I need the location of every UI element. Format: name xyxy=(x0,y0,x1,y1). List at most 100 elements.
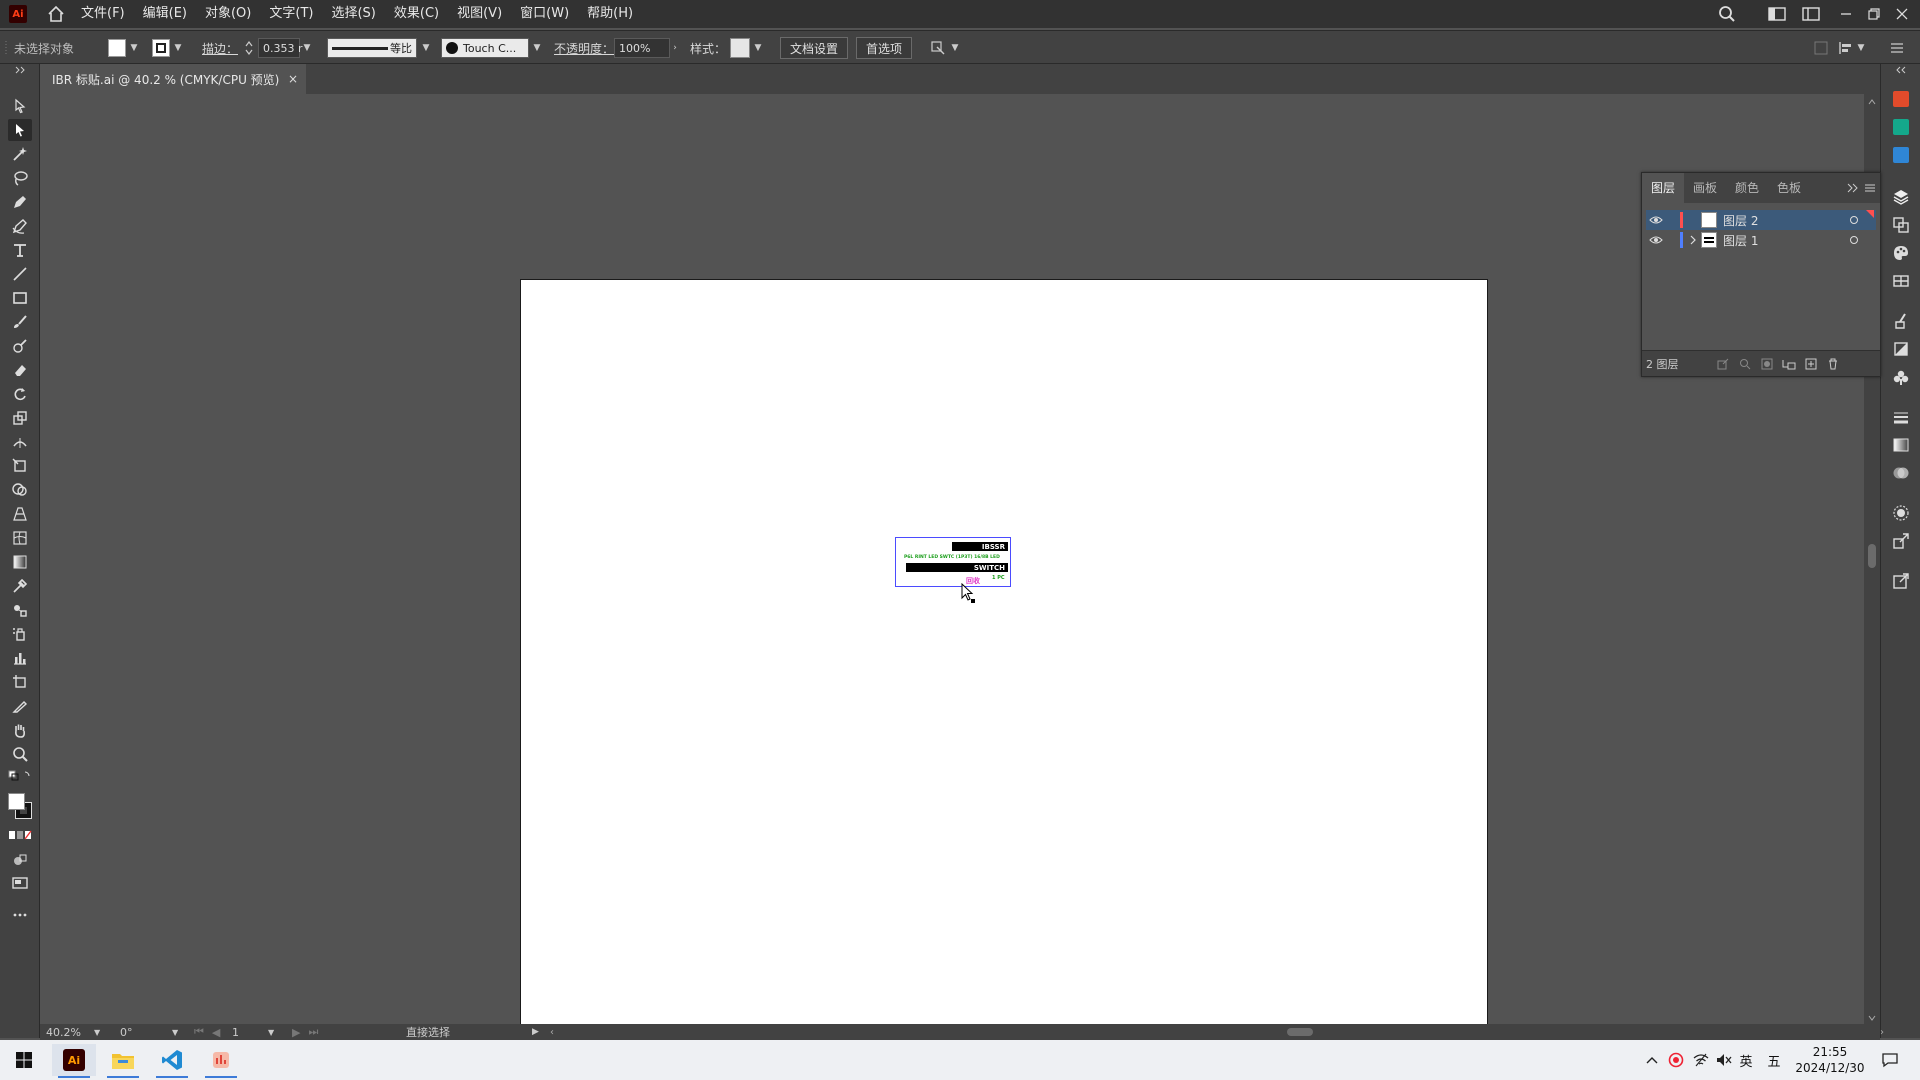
menu-type[interactable]: 文字(T) xyxy=(265,0,317,28)
visibility-eye-icon[interactable] xyxy=(1646,235,1666,245)
search-icon[interactable] xyxy=(1714,0,1740,28)
brush-dropdown[interactable]: ▼ xyxy=(532,38,542,58)
zoom-dropdown[interactable]: ▼ xyxy=(94,1028,100,1037)
document-tab[interactable]: IBR 标贴.ai @ 40.2 % (CMYK/CPU 预览) × xyxy=(40,64,306,94)
align-icon[interactable] xyxy=(1838,38,1854,58)
panel-menu-icon[interactable] xyxy=(1864,182,1876,197)
export-panel-icon[interactable] xyxy=(1890,570,1912,592)
tab-artboards[interactable]: 画板 xyxy=(1684,173,1726,203)
tab-layers[interactable]: 图层 xyxy=(1642,173,1685,203)
transform-panel-icon[interactable] xyxy=(1890,530,1912,552)
variable-width-profile[interactable]: 等比 xyxy=(327,38,417,58)
stroke-color-swatch[interactable] xyxy=(152,38,170,58)
fill-stroke-swatch[interactable] xyxy=(8,788,32,824)
menu-edit[interactable]: 编辑(E) xyxy=(139,0,191,28)
layer-name[interactable]: 图层 1 xyxy=(1723,232,1846,249)
width-tool-icon[interactable] xyxy=(8,431,32,453)
expand-panels-icon[interactable] xyxy=(1890,64,1912,76)
tray-clock[interactable]: 21:55 2024/12/30 xyxy=(1790,1040,1870,1080)
create-new-layer-icon[interactable] xyxy=(1800,358,1822,370)
scroll-right-arrow[interactable]: › xyxy=(1880,1027,1894,1038)
preferences-button[interactable]: 首选项 xyxy=(856,37,913,59)
fill-dropdown[interactable]: ▼ xyxy=(129,38,139,58)
tray-ime-language[interactable]: 英 xyxy=(1736,1040,1756,1080)
windows-start-icon[interactable] xyxy=(2,1044,46,1076)
selection-tool-icon[interactable] xyxy=(8,95,32,117)
plugin-icon-red[interactable] xyxy=(1890,88,1912,110)
make-clipping-mask-icon[interactable] xyxy=(1756,358,1778,370)
scroll-up-arrow[interactable] xyxy=(1867,96,1877,106)
swatches-panel-icon[interactable] xyxy=(1890,270,1912,292)
artboards-panel-icon[interactable] xyxy=(1890,214,1912,236)
mesh-tool-icon[interactable] xyxy=(8,527,32,549)
target-circle-icon[interactable] xyxy=(1846,215,1862,225)
notification-center-icon[interactable] xyxy=(1876,1040,1904,1080)
layer-name[interactable]: 图层 2 xyxy=(1723,212,1846,229)
locate-object-icon[interactable] xyxy=(1734,358,1756,370)
column-graph-tool-icon[interactable] xyxy=(8,647,32,669)
taskbar-screenshot-app-icon[interactable] xyxy=(199,1044,243,1078)
shaper-tool-icon[interactable] xyxy=(8,335,32,357)
status-menu-arrow[interactable]: ▶ xyxy=(532,1024,539,1040)
opacity-label[interactable]: 不透明度： xyxy=(554,38,614,58)
zoom-field[interactable]: 40.2% ▼ xyxy=(46,1024,100,1040)
select-similar-dropdown[interactable]: ▼ xyxy=(950,38,960,58)
workspace-switcher-icon[interactable] xyxy=(1764,0,1790,28)
panel-collapse-icon[interactable] xyxy=(1846,182,1858,197)
line-segment-tool-icon[interactable] xyxy=(8,263,32,285)
collapse-tools-icon[interactable] xyxy=(8,64,32,76)
minimize-icon[interactable] xyxy=(1832,0,1860,28)
close-tab-icon[interactable]: × xyxy=(288,72,298,86)
stroke-weight-stepper[interactable] xyxy=(244,38,254,58)
close-icon[interactable] xyxy=(1888,0,1916,28)
rotation-field[interactable]: 0° ▼ xyxy=(120,1024,178,1040)
tab-color[interactable]: 颜色 xyxy=(1726,173,1768,203)
stroke-weight-dropdown[interactable]: ▼ xyxy=(302,38,312,58)
symbols-panel-icon[interactable] xyxy=(1890,366,1912,388)
magic-wand-tool-icon[interactable] xyxy=(8,143,32,165)
lock-toggle[interactable] xyxy=(1666,210,1680,230)
artboard-dropdown[interactable]: ▼ xyxy=(268,1028,274,1037)
scroll-down-arrow[interactable] xyxy=(1867,1012,1877,1022)
next-artboard-icon[interactable]: ▶ xyxy=(292,1026,300,1039)
opacity-expand-icon[interactable]: › xyxy=(670,38,680,58)
hand-tool-icon[interactable] xyxy=(8,719,32,741)
zoom-value[interactable]: 40.2% xyxy=(46,1026,94,1039)
collect-export-icon[interactable] xyxy=(1712,358,1734,370)
selection-indicator[interactable] xyxy=(1862,210,1876,230)
taskbar-vscode-icon[interactable] xyxy=(150,1044,194,1078)
artboard-number[interactable]: 1 xyxy=(232,1026,268,1039)
visibility-eye-icon[interactable] xyxy=(1646,215,1666,225)
taskbar-illustrator-icon[interactable]: Ai xyxy=(52,1044,96,1078)
artboard-navigation[interactable]: ⏮ ◀ xyxy=(194,1024,220,1040)
brushes-panel-icon[interactable] xyxy=(1890,310,1912,332)
menu-view[interactable]: 视图(V) xyxy=(453,0,506,28)
type-tool-icon[interactable] xyxy=(8,239,32,261)
expand-chevron-icon[interactable] xyxy=(1685,235,1701,245)
target-circle-icon[interactable] xyxy=(1846,235,1862,245)
tray-network-icon[interactable] xyxy=(1690,1040,1712,1080)
create-sublayer-icon[interactable] xyxy=(1778,358,1800,370)
eyedropper-tool-icon[interactable] xyxy=(8,575,32,597)
tray-volume-muted-icon[interactable] xyxy=(1713,1040,1735,1080)
vertical-scroll-thumb[interactable] xyxy=(1868,544,1876,568)
perspective-grid-tool-icon[interactable] xyxy=(8,503,32,525)
stroke-label[interactable]: 描边： xyxy=(202,38,238,58)
stroke-weight-input[interactable]: 0.353 r xyxy=(258,38,303,58)
transparency-panel-icon[interactable] xyxy=(1890,462,1912,484)
artboard-tool-icon[interactable] xyxy=(8,671,32,693)
restore-icon[interactable] xyxy=(1860,0,1888,28)
home-icon[interactable] xyxy=(45,3,67,25)
gradient-tool-icon[interactable] xyxy=(8,551,32,573)
artboard[interactable]: IBSSR P6L RINT LED SWTC (1P3T) 16/8B LED… xyxy=(520,279,1488,1024)
draw-mode-icon[interactable] xyxy=(8,849,32,871)
graphic-styles-panel-icon[interactable] xyxy=(1890,338,1912,360)
plugin-icon-blue[interactable] xyxy=(1890,144,1912,166)
layers-panel-icon[interactable] xyxy=(1890,186,1912,208)
stroke-color-dropdown[interactable]: ▼ xyxy=(173,38,183,58)
lasso-tool-icon[interactable] xyxy=(8,167,32,189)
last-artboard-icon[interactable]: ⏭ xyxy=(308,1025,318,1039)
arrange-documents-icon[interactable] xyxy=(1798,0,1824,28)
menu-object[interactable]: 对象(O) xyxy=(201,0,255,28)
paintbrush-tool-icon[interactable] xyxy=(8,311,32,333)
